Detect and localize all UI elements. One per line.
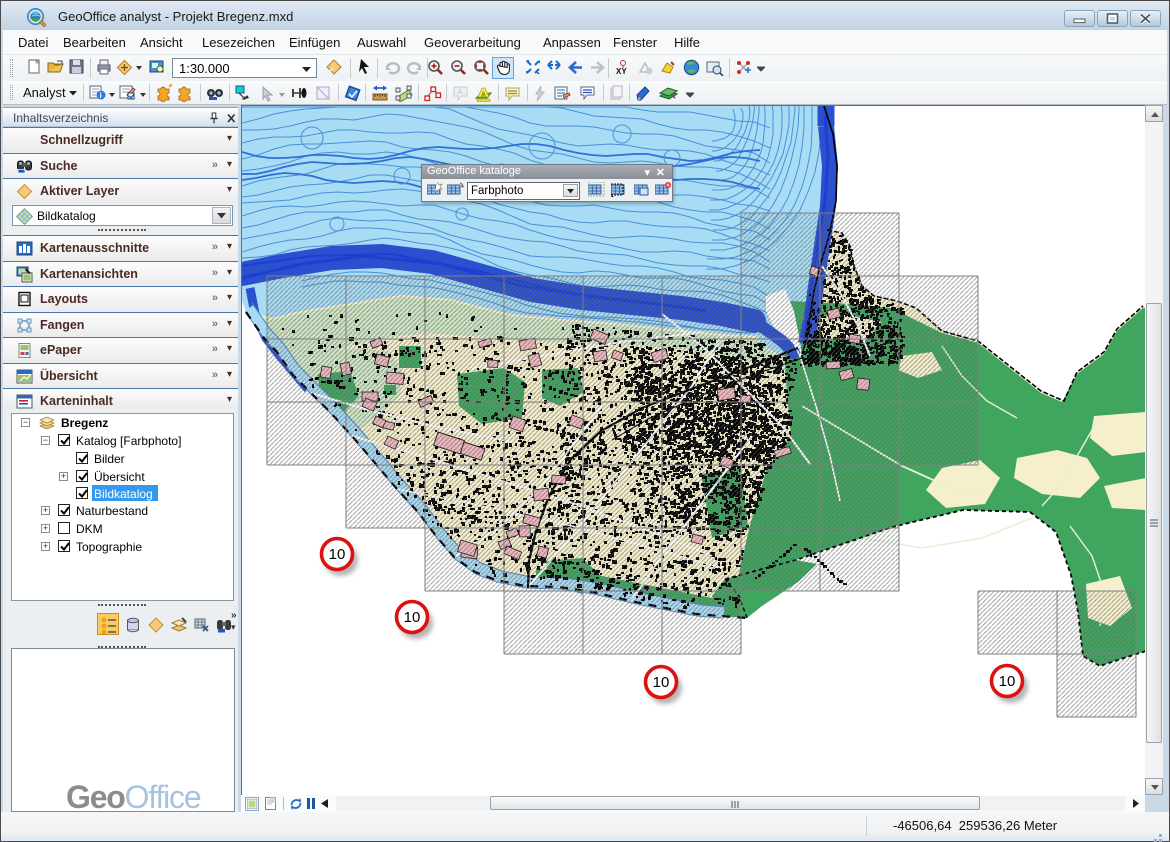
svg-text:10: 10 — [404, 609, 421, 626]
svg-text:i: i — [100, 91, 102, 100]
svg-text:A: A — [458, 88, 464, 97]
svg-text:10: 10 — [653, 674, 670, 691]
svg-text:XY: XY — [616, 67, 627, 76]
svg-text:10: 10 — [999, 673, 1016, 690]
svg-text:10: 10 — [329, 546, 346, 563]
